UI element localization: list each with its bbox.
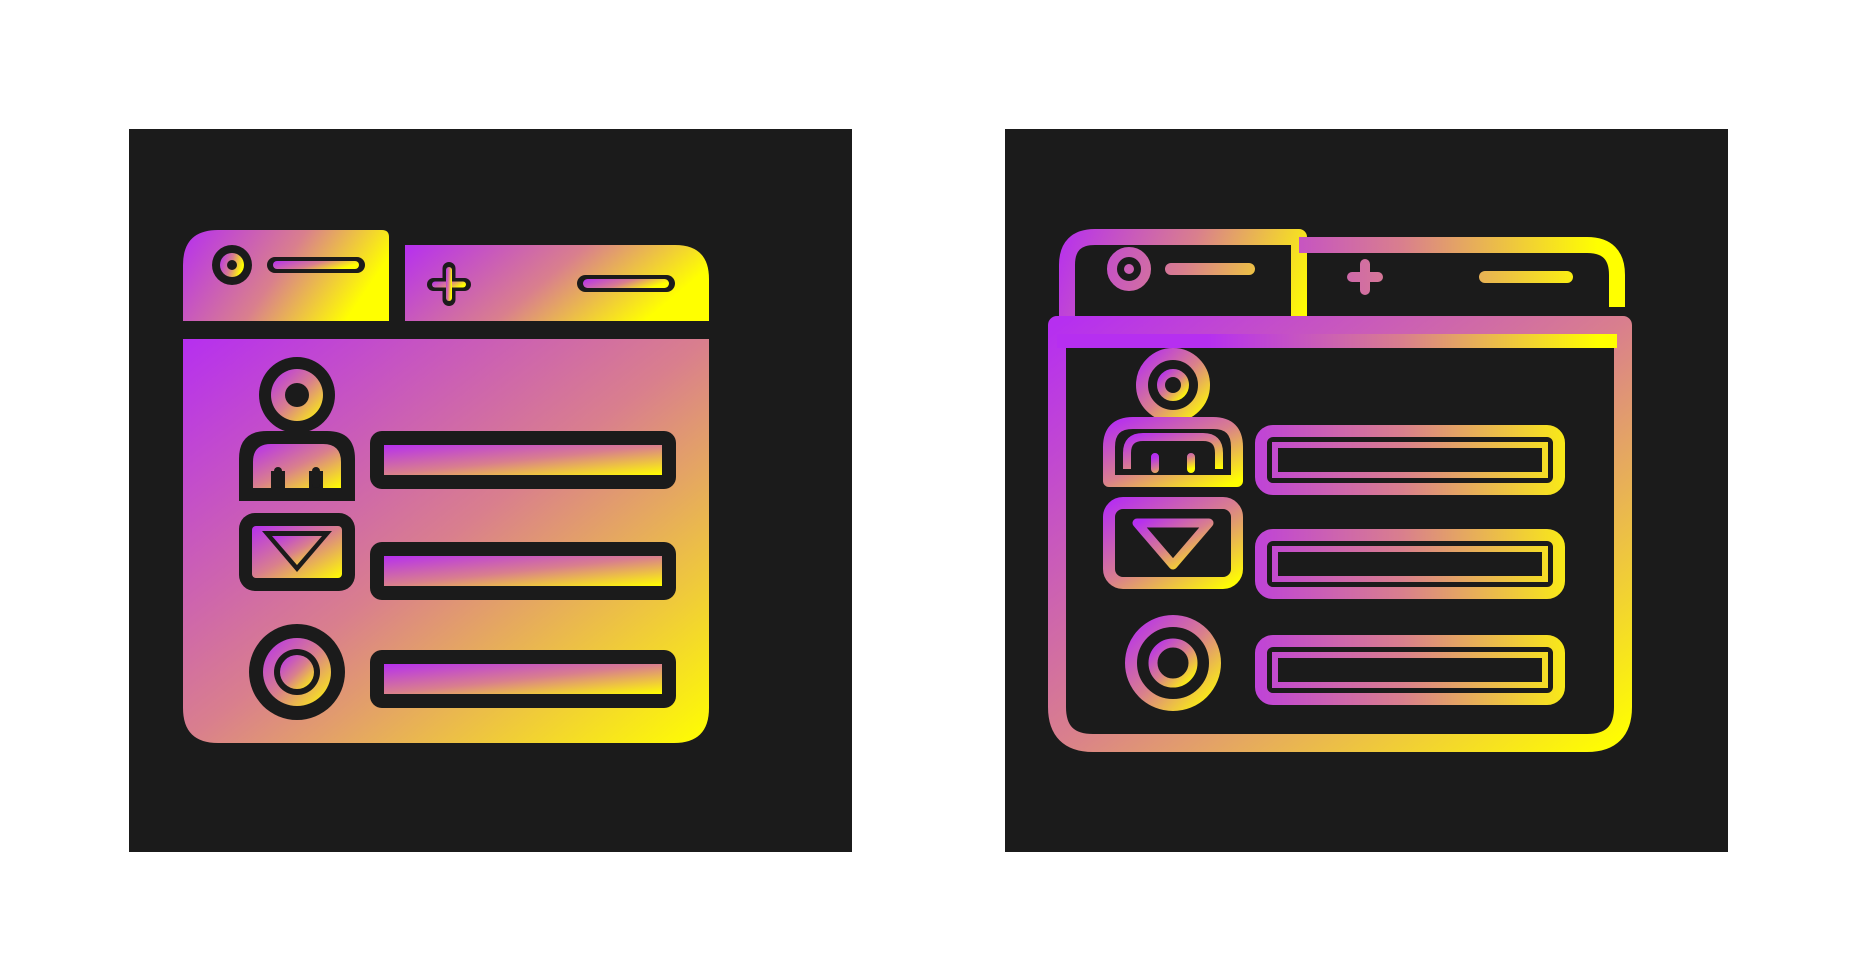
circle-icon bbox=[249, 624, 345, 720]
browser-tab-new bbox=[1299, 237, 1625, 307]
input-field bbox=[1255, 635, 1565, 705]
registration-form-glyph-icon bbox=[183, 230, 709, 743]
registration-form-line-icon bbox=[1048, 229, 1632, 752]
browser-tab-active bbox=[183, 230, 389, 321]
circle-icon bbox=[1125, 615, 1221, 711]
mail-icon bbox=[239, 513, 355, 591]
mail-icon bbox=[1103, 497, 1243, 589]
browser-tab-active bbox=[1059, 229, 1307, 321]
input-field bbox=[370, 650, 676, 708]
input-field bbox=[1255, 529, 1565, 599]
user-icon bbox=[1103, 348, 1243, 487]
icon-showcase bbox=[0, 0, 1854, 980]
plus-icon bbox=[1347, 259, 1383, 295]
browser-tab-new bbox=[405, 245, 709, 321]
input-field bbox=[370, 542, 676, 600]
line-icon-tile bbox=[1005, 129, 1728, 852]
input-field bbox=[370, 431, 676, 489]
glyph-icon-tile bbox=[129, 129, 852, 852]
input-field bbox=[1255, 425, 1565, 495]
